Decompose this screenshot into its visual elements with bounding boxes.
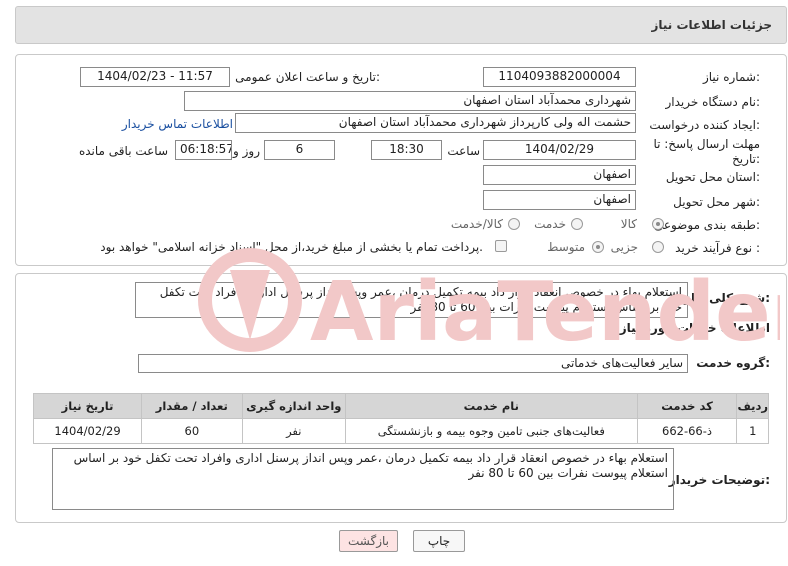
remaining-label: ساعت باقی مانده <box>78 144 168 158</box>
days-field: 6 <box>264 140 335 160</box>
process-label: نوع فرآیند خرید : <box>675 241 760 255</box>
buyer-contact-link[interactable]: اطلاعات تماس خریدار <box>122 117 233 131</box>
buyer-notes-textarea[interactable]: استعلام بهاء در خصوص انعقاد قرار داد بیم… <box>52 448 674 510</box>
days-label: روز و <box>233 144 260 158</box>
process-medium-label: متوسط <box>547 240 585 254</box>
buyer-org-label: نام دستگاه خریدار: <box>665 95 761 109</box>
summary-textarea[interactable]: استعلام بهاء در خصوص انعقاد قرار داد بیم… <box>135 282 688 318</box>
process-medium-radio[interactable] <box>592 241 604 253</box>
deadline-label: مهلت ارسال پاسخ: تا تاریخ: <box>653 137 760 166</box>
deadline-time-field: 18:30 <box>371 140 442 160</box>
deadline-time-label: ساعت <box>447 144 480 158</box>
process-minor-radio[interactable] <box>652 241 664 253</box>
cell-qty: 60 <box>141 418 243 444</box>
col-unit: واحد اندازه گیری <box>241 393 346 419</box>
category-label: طبقه بندی موضوعی: <box>653 218 760 232</box>
category-goods-service-radio[interactable] <box>508 218 520 230</box>
summary-label: شرح کلی نیاز: <box>684 291 770 305</box>
services-table-header: ردیف کد خدمت نام خدمت واحد اندازه گیری ت… <box>32 393 769 419</box>
page-header: جزئیات اطلاعات نیاز <box>15 6 787 44</box>
category-goods-radio[interactable] <box>652 218 664 230</box>
category-goods-service-label: کالا/خدمت <box>450 217 503 231</box>
services-section-title: اطلاعات خدمات مورد نیاز <box>619 321 770 335</box>
cell-date: 1404/02/29 <box>32 418 143 444</box>
cell-row: 1 <box>736 418 769 444</box>
province-label: استان محل تحویل: <box>665 170 760 184</box>
col-qty: تعداد / مقدار <box>141 393 243 419</box>
province-field: اصفهان <box>483 165 636 185</box>
service-group-label: گروه خدمت: <box>696 356 770 370</box>
back-button[interactable]: بازگشت <box>339 530 398 552</box>
buyer-notes-label: توضیحات خریدار: <box>668 473 770 487</box>
city-label: شهر محل تحویل: <box>673 195 760 209</box>
services-table: ردیف کد خدمت نام خدمت واحد اندازه گیری ت… <box>32 393 769 444</box>
treasury-payment-note: پرداخت تمام یا بخشی از مبلغ خرید،از محل … <box>100 240 483 254</box>
need-number-label: شماره نیاز: <box>702 70 760 84</box>
cell-unit: نفر <box>241 418 346 444</box>
col-code: کد خدمت <box>636 393 738 419</box>
treasury-payment-checkbox[interactable] <box>495 240 507 252</box>
page-title: جزئیات اطلاعات نیاز <box>651 18 772 32</box>
need-number-field: 1104093882000004 <box>483 67 636 87</box>
print-button[interactable]: چاپ <box>413 530 465 552</box>
announce-label: تاریخ و ساعت اعلان عمومی: <box>235 70 380 84</box>
category-goods-label: کالا <box>620 217 637 231</box>
process-minor-label: جزیی <box>610 240 638 254</box>
remaining-time-field: 06:18:57 <box>175 140 232 160</box>
service-group-field: سایر فعالیت‌های خدماتی <box>138 354 688 373</box>
requester-field: حشمت اله ولی کارپرداز شهرداری محمدآباد ا… <box>235 113 636 133</box>
cell-code: ذ-66-662 <box>636 418 738 444</box>
category-service-label: خدمت <box>534 217 566 231</box>
col-row: ردیف <box>736 393 769 419</box>
col-date: تاریخ نیاز <box>32 393 143 419</box>
table-row: 1 ذ-66-662 فعالیت‌های جنبی تامین وجوه بی… <box>32 418 769 444</box>
deadline-date-field: 1404/02/29 <box>483 140 636 160</box>
category-service-radio[interactable] <box>571 218 583 230</box>
city-field: اصفهان <box>483 190 636 210</box>
col-name: نام خدمت <box>344 393 638 419</box>
announce-field: 1404/02/23 - 11:57 <box>80 67 230 87</box>
buyer-org-field: شهرداری محمدآباد استان اصفهان <box>184 91 636 111</box>
requester-label: ایجاد کننده درخواست: <box>649 118 760 132</box>
cell-name: فعالیت‌های جنبی تامین وجوه بیمه و بازنشس… <box>344 418 638 444</box>
